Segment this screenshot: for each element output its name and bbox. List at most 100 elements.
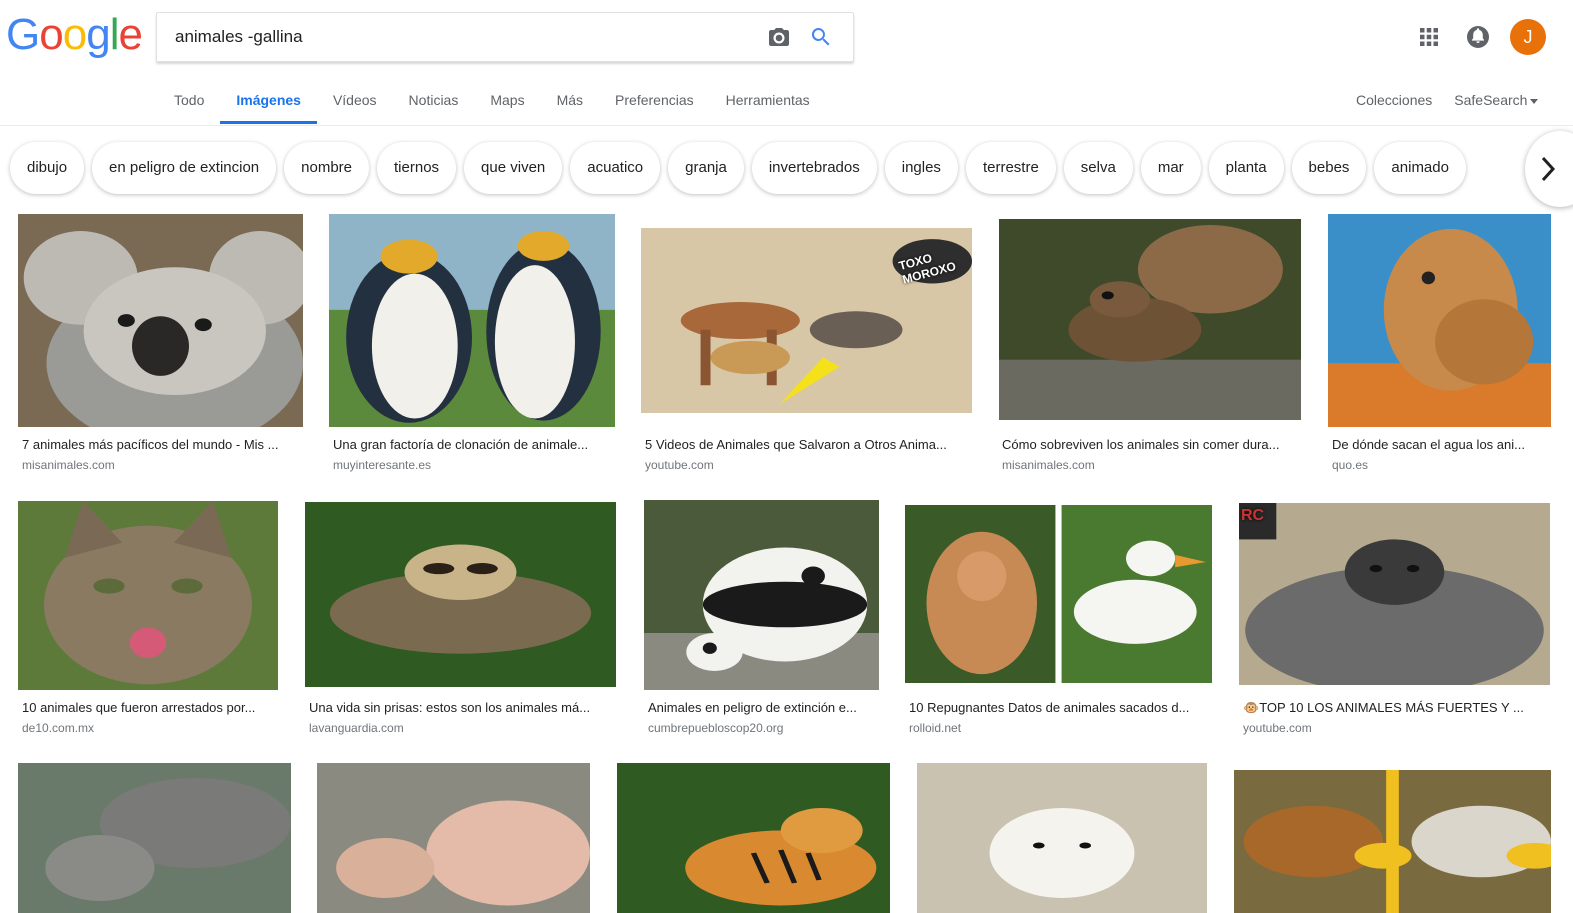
logo-letter: G bbox=[6, 10, 40, 59]
result-thumbnail[interactable] bbox=[1239, 503, 1550, 685]
search-tabs: Todo Imágenes Vídeos Noticias Maps Más Prefere… bbox=[158, 78, 826, 124]
result-title-text: Animales en peligro de extinción e... bbox=[648, 700, 857, 715]
suggestion-chip[interactable]: selva bbox=[1063, 142, 1133, 194]
tab-videos[interactable]: Vídeos bbox=[317, 78, 393, 124]
chevron-right-icon bbox=[1541, 156, 1556, 182]
thumbnail-overlay-text: RC bbox=[1241, 507, 1265, 524]
sloth-image bbox=[305, 502, 616, 687]
search-input[interactable] bbox=[173, 13, 757, 61]
elephants-image bbox=[18, 763, 291, 913]
suggestion-chip[interactable]: mar bbox=[1140, 142, 1201, 194]
logo-letter: e bbox=[118, 10, 143, 59]
tab-imagenes[interactable]: Imágenes bbox=[220, 78, 317, 124]
notifications-icon[interactable] bbox=[1466, 25, 1490, 49]
pigs-image bbox=[317, 763, 590, 913]
result-title[interactable]: De dónde sacan el agua los ani... bbox=[1332, 437, 1547, 452]
result-thumbnail[interactable] bbox=[329, 214, 615, 427]
result-title[interactable]: Animales en peligro de extinción e... bbox=[648, 700, 878, 715]
result-title[interactable]: 10 animales que fueron arrestados por... bbox=[22, 700, 282, 715]
result-title-text: 5 Videos de Animales que Salvaron a Otro… bbox=[645, 437, 947, 452]
result-source: misanimales.com bbox=[1002, 458, 1095, 472]
result-thumbnail[interactable] bbox=[644, 500, 879, 690]
result-thumbnail[interactable] bbox=[905, 505, 1212, 683]
tab-noticias[interactable]: Noticias bbox=[393, 78, 475, 124]
result-thumbnail[interactable] bbox=[18, 763, 291, 913]
suggestion-chip[interactable]: en peligro de extincion bbox=[92, 142, 277, 194]
suggestion-chip[interactable]: dibujo bbox=[10, 142, 85, 194]
search-box bbox=[156, 12, 854, 62]
result-title[interactable]: Una gran factoría de clonación de animal… bbox=[333, 437, 613, 452]
suggestion-chip[interactable]: tiernos bbox=[377, 142, 457, 194]
safesearch-dropdown[interactable]: SafeSearch bbox=[1454, 92, 1539, 108]
logo-letter: g bbox=[86, 10, 111, 59]
result-title-text: Cómo sobreviven los animales sin comer d… bbox=[1002, 437, 1280, 452]
suggestion-chip[interactable]: terrestre bbox=[965, 142, 1056, 194]
tab-herramientas[interactable]: Herramientas bbox=[710, 78, 826, 124]
result-thumbnail[interactable] bbox=[317, 763, 590, 913]
result-title-text: Una gran factoría de clonación de animal… bbox=[333, 437, 589, 452]
google-logo[interactable]: Google bbox=[6, 10, 143, 60]
tab-maps[interactable]: Maps bbox=[474, 78, 540, 124]
safesearch-label: SafeSearch bbox=[1454, 92, 1528, 108]
result-title-text: Una vida sin prisas: estos son los anima… bbox=[309, 700, 591, 715]
dog-wolf-image bbox=[1234, 770, 1551, 913]
result-thumbnail[interactable] bbox=[917, 763, 1207, 913]
collections-link[interactable]: Colecciones bbox=[1356, 92, 1432, 108]
result-thumbnail[interactable] bbox=[999, 219, 1301, 420]
panda-image bbox=[644, 500, 879, 690]
caret-down-icon bbox=[1530, 98, 1539, 104]
suggestion-chip[interactable]: granja bbox=[668, 142, 744, 194]
header: Google J TodoImágenesVídeosNoticiasMapsM… bbox=[0, 0, 1573, 126]
result-title-text: 10 Repugnantes Datos de animales sacados… bbox=[909, 700, 1190, 715]
suggestion-chip[interactable]: ingles bbox=[884, 142, 958, 194]
result-source: youtube.com bbox=[645, 458, 714, 472]
suggestion-chip[interactable]: bebes bbox=[1291, 142, 1367, 194]
result-title[interactable]: Cómo sobreviven los animales sin comer d… bbox=[1002, 437, 1300, 452]
monkey-duck-image bbox=[905, 505, 1212, 683]
tab-mas[interactable]: Más bbox=[541, 78, 599, 124]
penguins-image bbox=[329, 214, 615, 427]
result-source: quo.es bbox=[1332, 458, 1369, 472]
logo-letter: o bbox=[62, 10, 88, 59]
result-thumbnail[interactable] bbox=[18, 214, 303, 427]
result-title[interactable]: 10 Repugnantes Datos de animales sacados… bbox=[909, 700, 1214, 715]
result-source: muyinteresante.es bbox=[333, 458, 432, 472]
cat-image bbox=[18, 501, 278, 690]
tab-preferencias[interactable]: Preferencias bbox=[599, 78, 710, 124]
result-thumbnail[interactable] bbox=[617, 763, 890, 913]
result-title[interactable]: 5 Videos de Animales que Salvaron a Otro… bbox=[645, 437, 970, 452]
logo-letter: o bbox=[39, 10, 64, 59]
gorilla-image bbox=[1239, 503, 1550, 685]
result-thumbnail[interactable] bbox=[1328, 214, 1551, 427]
apps-grid-icon[interactable] bbox=[1417, 25, 1441, 49]
result-source: lavanguardia.com bbox=[309, 721, 404, 735]
suggestion-chip[interactable]: planta bbox=[1208, 142, 1284, 194]
result-title[interactable]: 🐵TOP 10 LOS ANIMALES MÁS FUERTES Y ... bbox=[1243, 700, 1548, 716]
puppy-image bbox=[917, 763, 1207, 913]
tab-todo[interactable]: Todo bbox=[158, 78, 220, 124]
suggestion-chip[interactable]: nombre bbox=[284, 142, 370, 194]
suggestion-chip[interactable]: invertebrados bbox=[751, 142, 877, 194]
result-thumbnail[interactable] bbox=[18, 501, 278, 690]
squirrel-image bbox=[999, 219, 1301, 420]
tiger-image bbox=[617, 763, 890, 913]
avatar[interactable]: J bbox=[1510, 19, 1546, 55]
result-title[interactable]: Una vida sin prisas: estos son los anima… bbox=[309, 700, 614, 715]
result-title[interactable]: 7 animales más pacíficos del mundo - Mis… bbox=[22, 437, 302, 452]
suggestion-chip[interactable]: que viven bbox=[464, 142, 563, 194]
result-thumbnail[interactable] bbox=[305, 502, 616, 687]
result-source: misanimales.com bbox=[22, 458, 115, 472]
suggestion-chips-bar: dibujo en peligro de extincion nombre tiern… bbox=[0, 126, 1573, 212]
chip-row: dibujo en peligro de extincion nombre tiern… bbox=[10, 142, 1474, 194]
result-source: rolloid.net bbox=[909, 721, 962, 735]
result-source: cumbrepuebloscop20.org bbox=[648, 721, 784, 735]
camera-icon[interactable] bbox=[767, 25, 791, 49]
koala-image bbox=[18, 214, 303, 427]
result-title-text: De dónde sacan el agua los ani... bbox=[1332, 437, 1525, 452]
result-thumbnail[interactable] bbox=[1234, 770, 1551, 913]
suggestion-chip[interactable]: animado bbox=[1374, 142, 1466, 194]
result-title-text: 10 animales que fueron arrestados por... bbox=[22, 700, 256, 715]
result-source: youtube.com bbox=[1243, 721, 1312, 735]
search-icon[interactable] bbox=[809, 25, 833, 49]
suggestion-chip[interactable]: acuatico bbox=[570, 142, 661, 194]
